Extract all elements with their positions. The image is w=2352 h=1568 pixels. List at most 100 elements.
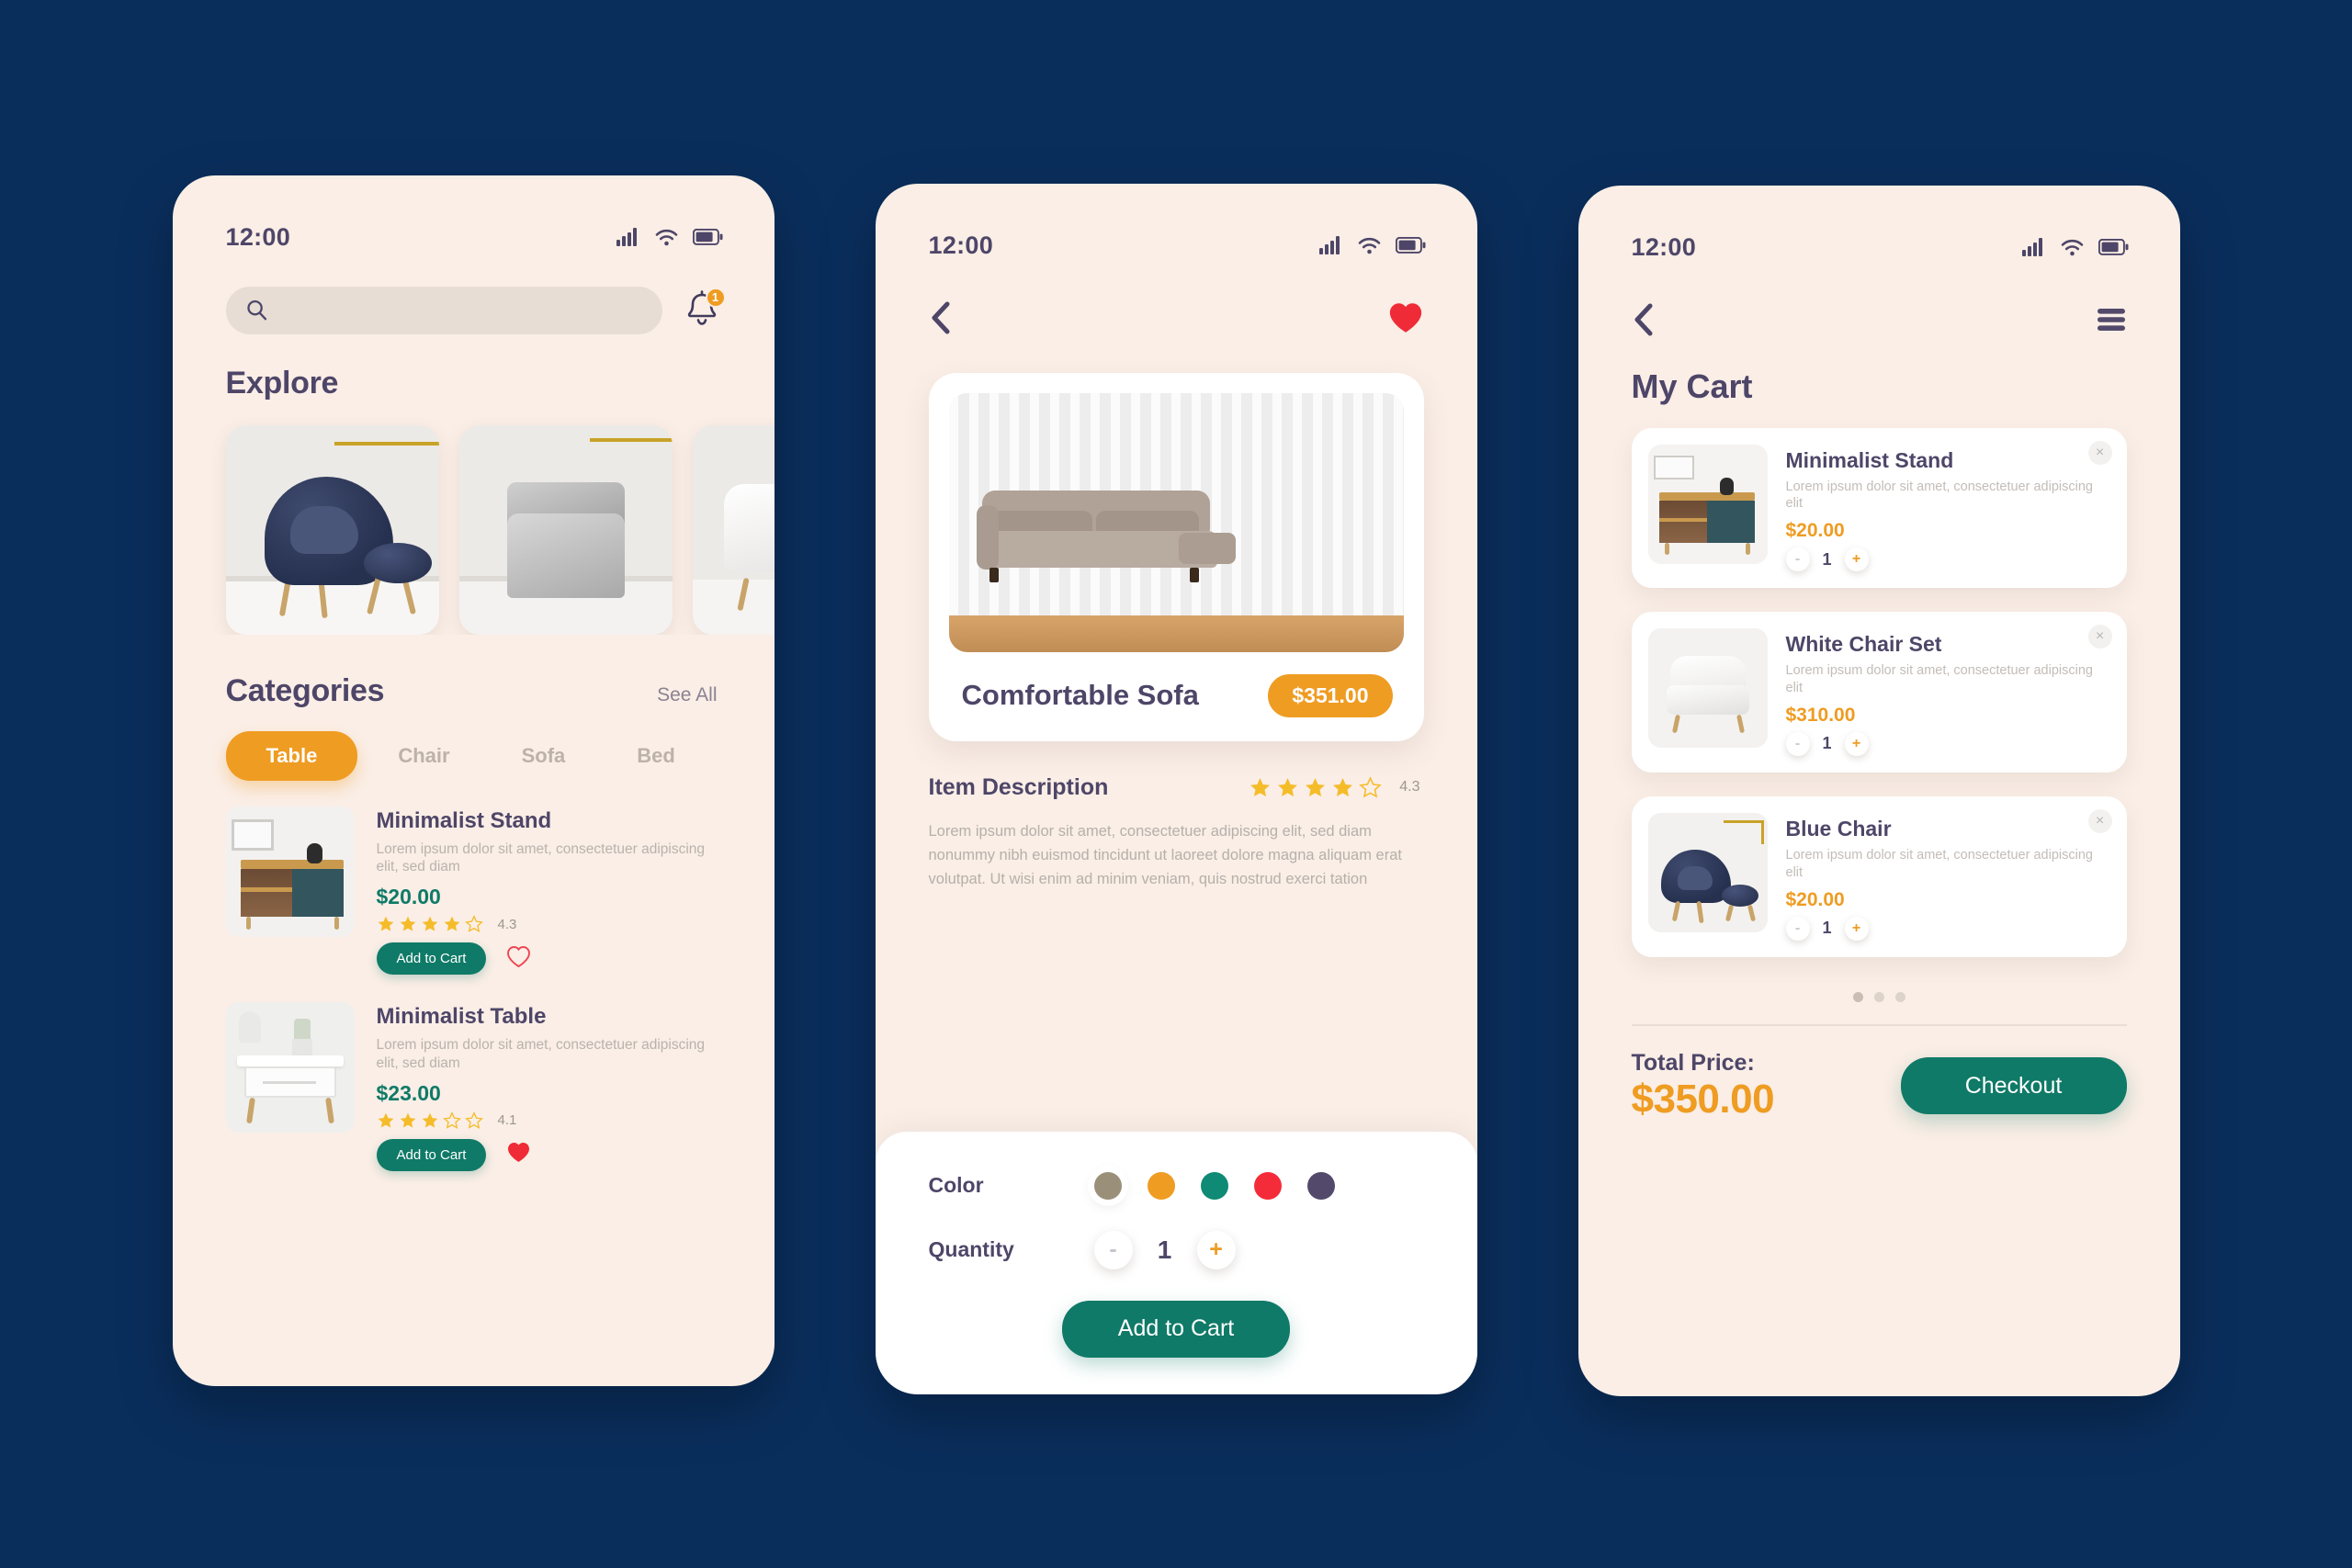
cart-item-thumbnail-stand bbox=[1647, 444, 1768, 564]
star-filled-icon bbox=[1304, 776, 1327, 799]
pagination-dot[interactable] bbox=[1852, 991, 1863, 1002]
description-title: Item Description bbox=[928, 773, 1109, 800]
quantity-decrease-button[interactable]: - bbox=[1785, 731, 1810, 756]
status-time: 12:00 bbox=[225, 222, 291, 251]
remove-item-button[interactable]: × bbox=[2087, 440, 2112, 465]
product-detail-image bbox=[948, 392, 1404, 652]
product-info: Minimalist Stand Lorem ipsum dolor sit a… bbox=[376, 807, 721, 976]
remove-item-button[interactable]: × bbox=[2087, 808, 2112, 833]
cellular-signal-icon bbox=[616, 228, 640, 246]
product-rating: 4.3 bbox=[377, 915, 721, 933]
pagination-dot[interactable] bbox=[1894, 991, 1905, 1002]
status-time: 12:00 bbox=[928, 231, 994, 259]
explore-card-navy-chair[interactable] bbox=[225, 424, 439, 635]
cart-item-description: Lorem ipsum dolor sit amet, consectetuer… bbox=[1785, 479, 2093, 512]
add-to-cart-button[interactable]: Add to Cart bbox=[376, 1138, 487, 1171]
description-block: Item Description 4.3 Lorem ipsum dolor s… bbox=[876, 741, 1477, 892]
star-filled-icon bbox=[1249, 776, 1272, 799]
see-all-link[interactable]: See All bbox=[657, 684, 717, 706]
product-detail-meta: Comfortable Sofa $351.00 bbox=[949, 652, 1404, 717]
page-title: My Cart bbox=[1631, 367, 1753, 405]
quantity-value: 1 bbox=[1822, 734, 1832, 753]
search-icon bbox=[246, 299, 267, 321]
product-detail-card: Comfortable Sofa $351.00 bbox=[928, 372, 1424, 741]
total-price-value: $350.00 bbox=[1631, 1076, 1775, 1122]
category-tab-table[interactable]: Table bbox=[225, 730, 358, 781]
favorite-heart-filled-icon[interactable] bbox=[506, 1141, 531, 1168]
quantity-decrease-button[interactable]: - bbox=[1785, 547, 1810, 572]
chevron-left-icon bbox=[1632, 303, 1656, 340]
category-tab-sofa[interactable]: Sofa bbox=[491, 731, 597, 781]
product-row[interactable]: Minimalist Stand Lorem ipsum dolor sit a… bbox=[225, 806, 721, 976]
product-row[interactable]: Minimalist Table Lorem ipsum dolor sit a… bbox=[225, 1002, 721, 1171]
star-empty-icon bbox=[464, 1111, 483, 1130]
quantity-increase-button[interactable]: + bbox=[1196, 1230, 1236, 1269]
total-price-block: Total Price: $350.00 bbox=[1632, 1050, 1775, 1122]
category-tabs: Table Chair Sofa Bed bbox=[173, 709, 775, 781]
quantity-decrease-button[interactable]: - bbox=[1093, 1230, 1133, 1269]
product-name: Minimalist Table bbox=[376, 1004, 547, 1030]
cart-item-row[interactable]: × Blue Chair Lorem ipsum dolor sit amet,… bbox=[1631, 795, 2127, 957]
star-filled-icon bbox=[1276, 776, 1299, 799]
explore-card-grey-armchair[interactable] bbox=[458, 424, 673, 635]
quantity-value: 1 bbox=[1822, 919, 1832, 938]
rating-value: 4.3 bbox=[1399, 779, 1420, 795]
status-icons bbox=[2021, 238, 2129, 256]
favorite-heart-icon[interactable] bbox=[506, 945, 531, 973]
cart-item-thumbnail-white-chair bbox=[1647, 628, 1768, 749]
status-icons bbox=[616, 228, 723, 246]
category-tab-bed[interactable]: Bed bbox=[605, 731, 707, 781]
star-filled-icon bbox=[399, 915, 417, 933]
search-box[interactable] bbox=[225, 286, 662, 334]
color-swatch-purple[interactable] bbox=[1306, 1171, 1335, 1200]
color-swatch-orange[interactable] bbox=[1147, 1171, 1175, 1200]
star-empty-icon bbox=[442, 1111, 461, 1130]
color-swatch-red[interactable] bbox=[1253, 1171, 1282, 1200]
floor bbox=[948, 615, 1404, 652]
star-filled-icon bbox=[443, 915, 461, 933]
battery-icon bbox=[2098, 239, 2129, 255]
product-name: Minimalist Stand bbox=[376, 807, 552, 833]
color-swatch-teal[interactable] bbox=[1200, 1171, 1228, 1200]
back-button[interactable] bbox=[1632, 302, 1656, 340]
quantity-increase-button[interactable]: + bbox=[1844, 547, 1869, 572]
cart-item-description: Lorem ipsum dolor sit amet, consectetuer… bbox=[1785, 663, 2093, 696]
product-rating: 4.1 bbox=[377, 1111, 721, 1130]
star-empty-icon bbox=[1359, 775, 1382, 799]
remove-item-button[interactable]: × bbox=[2087, 625, 2112, 649]
cart-top-nav bbox=[1578, 262, 2180, 340]
explore-carousel[interactable] bbox=[173, 401, 775, 635]
add-to-cart-button[interactable]: Add to Cart bbox=[376, 942, 487, 976]
product-actions: Add to Cart bbox=[376, 1138, 721, 1171]
quantity-value: 1 bbox=[1822, 549, 1832, 569]
favorite-button[interactable] bbox=[1387, 301, 1424, 337]
quantity-decrease-button[interactable]: - bbox=[1785, 916, 1810, 941]
cart-item-name: Minimalist Stand bbox=[1785, 447, 1954, 472]
product-thumbnail-stand bbox=[225, 806, 355, 937]
product-list: Minimalist Stand Lorem ipsum dolor sit a… bbox=[173, 781, 775, 1171]
add-to-cart-button[interactable]: Add to Cart bbox=[1062, 1300, 1290, 1358]
cart-item-row[interactable]: × White Chair Set Lorem ipsum dolor sit … bbox=[1631, 612, 2127, 773]
cart-item-row[interactable]: × Minimalist Stand Lorem ipsum dolor sit… bbox=[1631, 427, 2127, 589]
explore-header: Explore bbox=[173, 334, 775, 401]
explore-image bbox=[458, 424, 673, 635]
wifi-icon bbox=[1358, 237, 1381, 254]
status-time: 12:00 bbox=[1631, 232, 1697, 261]
search-input[interactable] bbox=[279, 299, 642, 321]
detail-top-nav bbox=[876, 260, 1477, 338]
notification-bell-button[interactable]: 1 bbox=[683, 287, 726, 332]
category-tab-chair[interactable]: Chair bbox=[367, 731, 481, 781]
quantity-option-row: Quantity - 1 + bbox=[929, 1230, 1424, 1269]
menu-button[interactable] bbox=[2096, 307, 2127, 335]
color-swatch-taupe[interactable] bbox=[1093, 1171, 1122, 1200]
quantity-increase-button[interactable]: + bbox=[1844, 731, 1869, 756]
checkout-button[interactable]: Checkout bbox=[1900, 1057, 2127, 1115]
quantity-increase-button[interactable]: + bbox=[1844, 916, 1869, 941]
explore-card-white-chair[interactable] bbox=[692, 424, 775, 635]
cart-item-info: Minimalist Stand Lorem ipsum dolor sit a… bbox=[1785, 445, 2110, 572]
color-option-row: Color bbox=[928, 1171, 1424, 1200]
product-description: Lorem ipsum dolor sit amet, consectetuer… bbox=[376, 840, 706, 875]
pagination-dot[interactable] bbox=[1873, 991, 1884, 1002]
color-label: Color bbox=[928, 1173, 984, 1197]
back-button[interactable] bbox=[929, 300, 953, 338]
